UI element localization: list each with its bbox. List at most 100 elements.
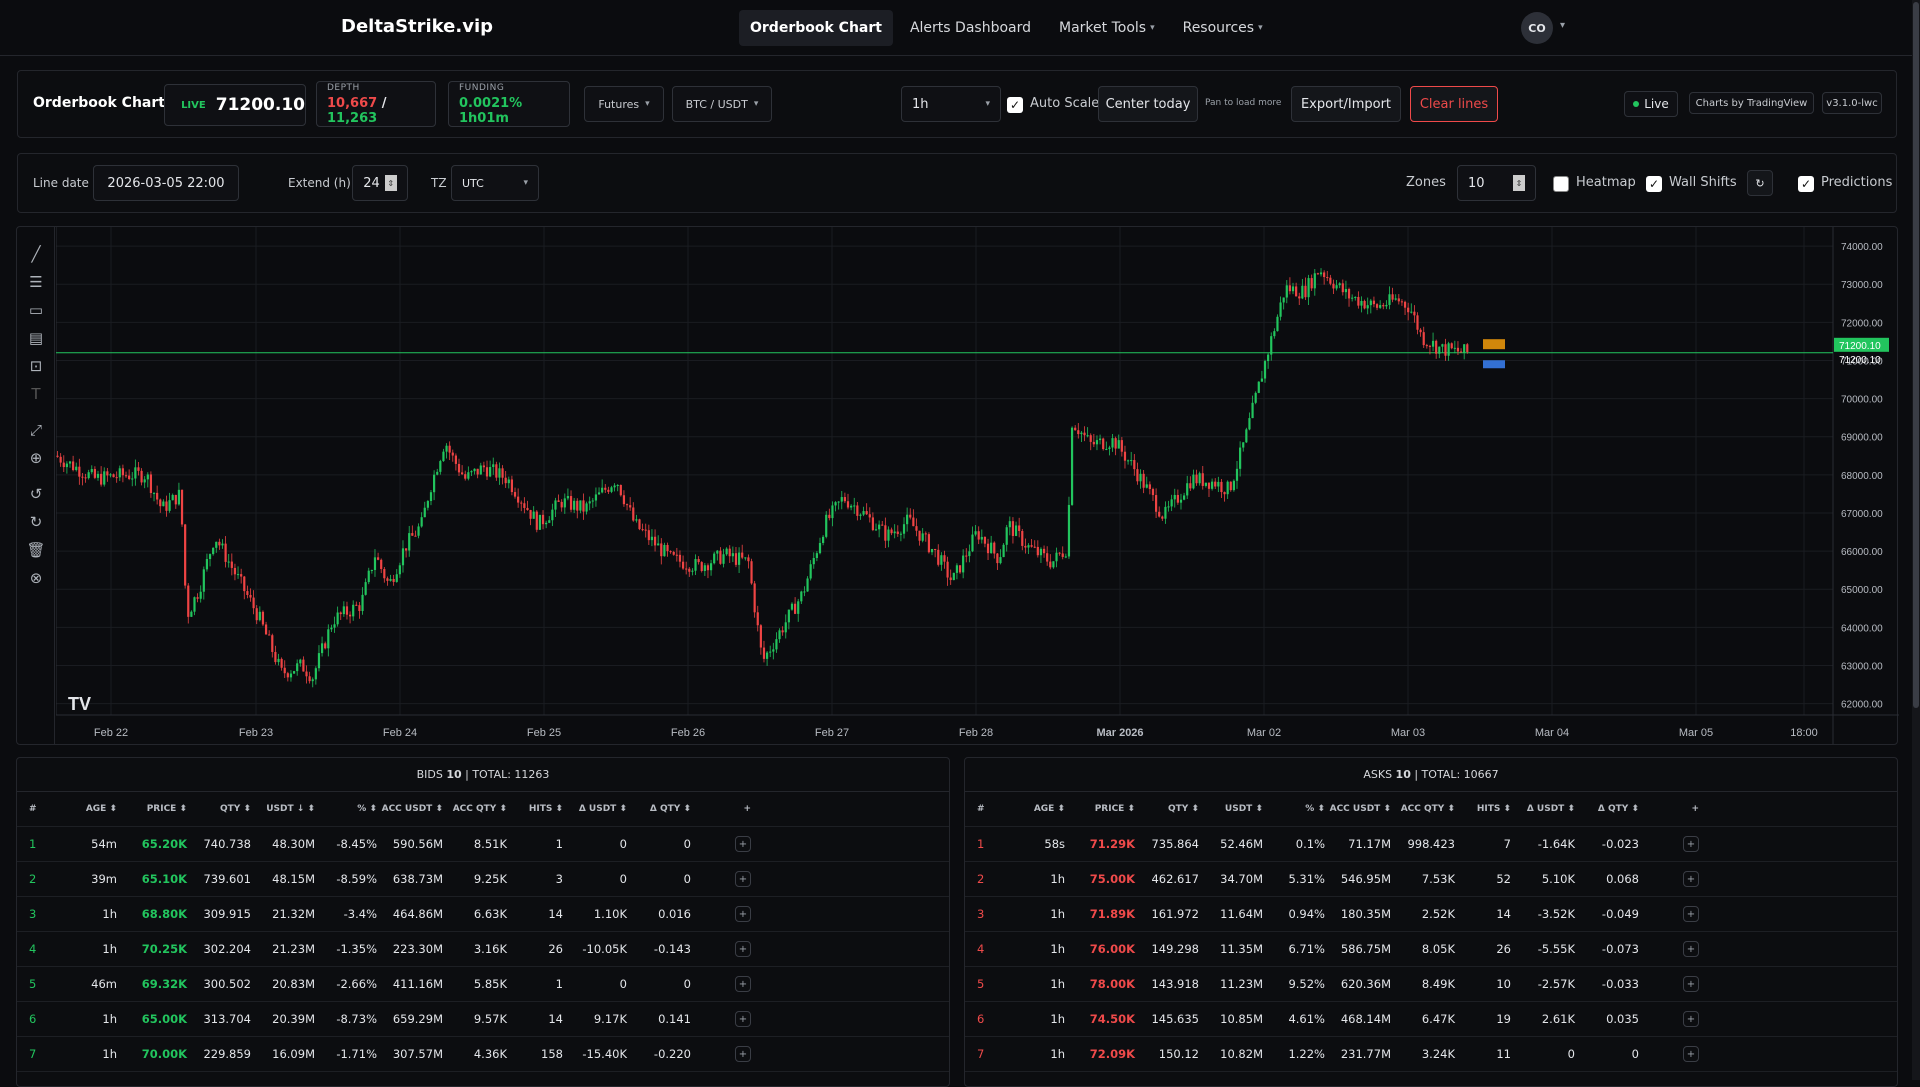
candle-body [477, 469, 479, 475]
column-header[interactable]: ACC QTY ⬍ [443, 804, 507, 814]
add-row-button[interactable]: + [735, 906, 751, 922]
market-select[interactable]: Futures▾ [584, 86, 664, 122]
column-header[interactable]: AGE ⬍ [45, 804, 117, 814]
add-row-button[interactable]: + [735, 836, 751, 852]
trash-icon[interactable]: 🗑 [26, 540, 46, 560]
column-header[interactable]: + [1639, 804, 1699, 814]
column-header[interactable]: USDT ↓ ⬍ [251, 804, 315, 814]
column-header[interactable]: Δ QTY ⬍ [1575, 804, 1639, 814]
table-row[interactable]: 51h78.00K143.91811.23M9.52%620.36M8.49K1… [965, 967, 1897, 1002]
add-row-button[interactable]: + [735, 941, 751, 957]
add-row-button[interactable]: + [1683, 941, 1699, 957]
interval-value: 1h [912, 97, 929, 112]
chevron-down-icon[interactable]: ▾ [1560, 20, 1565, 31]
add-row-button[interactable]: + [1683, 906, 1699, 922]
candle-body [1314, 273, 1316, 288]
table-row[interactable]: 21h75.00K462.61734.70M5.31%546.95M7.53K5… [965, 862, 1897, 897]
column-header[interactable]: PRICE ⬍ [1065, 804, 1135, 814]
add-row-button[interactable]: + [735, 976, 751, 992]
heatmap-checkbox[interactable] [1553, 176, 1569, 192]
table-row[interactable]: 31h71.89K161.97211.64M0.94%180.35M2.52K1… [965, 897, 1897, 932]
table-row[interactable]: 154m65.20K740.73848.30M-8.45%590.56M8.51… [17, 827, 949, 862]
add-row-button[interactable]: + [1683, 1011, 1699, 1027]
nav-link-alerts-dashboard[interactable]: Alerts Dashboard [899, 10, 1042, 46]
redo-icon[interactable]: ↻ [26, 512, 46, 532]
candle-body [349, 615, 351, 617]
interval-select[interactable]: 1h▾ [901, 86, 1001, 122]
column-header[interactable]: + [691, 804, 751, 814]
chart-svg[interactable]: 74000.0073000.0072000.0071000.0070000.00… [56, 227, 1899, 744]
center-today-button[interactable]: Center today [1098, 86, 1198, 122]
add-row-button[interactable]: + [1683, 976, 1699, 992]
add-row-button[interactable]: + [1683, 836, 1699, 852]
column-header[interactable]: HITS ⬍ [1455, 804, 1511, 814]
column-header[interactable]: QTY ⬍ [187, 804, 251, 814]
table-cell: 1h [45, 1012, 117, 1026]
stepper-icon[interactable]: ⇕ [385, 175, 397, 191]
close-circle-icon[interactable]: ⊗ [26, 568, 46, 588]
add-row-button[interactable]: + [735, 1011, 751, 1027]
zoom-icon[interactable]: ⊕ [26, 448, 46, 468]
candle-body [315, 668, 317, 679]
clear-lines-button[interactable]: Clear lines [1410, 86, 1498, 122]
column-header[interactable]: USDT ⬍ [1199, 804, 1263, 814]
refresh-button[interactable]: ↻ [1747, 170, 1773, 196]
column-header[interactable]: Δ QTY ⬍ [627, 804, 691, 814]
measure-icon[interactable]: ⊡ [26, 356, 46, 376]
expand-icon[interactable]: ⤢ [26, 420, 46, 440]
scrollbar-thumb[interactable] [1913, 2, 1919, 708]
avatar[interactable]: CO [1521, 12, 1553, 44]
auto-scale-checkbox[interactable]: ✓ [1007, 97, 1023, 113]
column-header[interactable]: ACC USDT ⬍ [377, 804, 443, 814]
text-icon[interactable]: T [26, 384, 46, 404]
price-chart[interactable]: 74000.0073000.0072000.0071000.0070000.00… [56, 227, 1899, 744]
brand-logo[interactable]: DeltaStrike.vip [341, 16, 493, 37]
add-row-button[interactable]: + [735, 1046, 751, 1062]
column-header[interactable]: Δ USDT ⬍ [1511, 804, 1575, 814]
export-import-button[interactable]: Export/Import [1291, 86, 1401, 122]
wall-shifts-checkbox[interactable]: ✓ [1646, 176, 1662, 192]
table-row[interactable]: 41h70.25K302.20421.23M-1.35%223.30M3.16K… [17, 932, 949, 967]
table-row[interactable]: 239m65.10K739.60148.15M-8.59%638.73M9.25… [17, 862, 949, 897]
stepper-icon[interactable]: ⇕ [1513, 175, 1525, 191]
pair-select[interactable]: BTC / USDT▾ [672, 86, 772, 122]
table-row[interactable]: 158s71.29K735.86452.46M0.1%71.17M998.423… [965, 827, 1897, 862]
fib-icon[interactable]: ▤ [26, 328, 46, 348]
column-header[interactable]: % ⬍ [1263, 804, 1325, 814]
nav-link-market-tools[interactable]: Market Tools▾ [1048, 10, 1166, 46]
table-row[interactable]: 71h72.09K150.1210.82M1.22%231.77M3.24K11… [965, 1037, 1897, 1072]
column-header[interactable]: HITS ⬍ [507, 804, 563, 814]
trend-line-icon[interactable]: ╱ [26, 244, 46, 264]
column-header[interactable]: QTY ⬍ [1135, 804, 1199, 814]
extend-input[interactable]: 24⇕ [352, 165, 408, 201]
table-row[interactable]: 61h74.50K145.63510.85M4.61%468.14M6.47K1… [965, 1002, 1897, 1037]
add-row-button[interactable]: + [1683, 1046, 1699, 1062]
rectangle-icon[interactable]: ▭ [26, 300, 46, 320]
zones-input[interactable]: 10⇕ [1457, 165, 1536, 201]
line-date-input[interactable]: 2026-03-05 22:00 [93, 165, 239, 201]
table-row[interactable]: 41h76.00K149.29811.35M6.71%586.75M8.05K2… [965, 932, 1897, 967]
column-header[interactable]: ACC USDT ⬍ [1325, 804, 1391, 814]
column-header[interactable]: # [965, 804, 993, 814]
nav-link-resources[interactable]: Resources▾ [1172, 10, 1274, 46]
column-header[interactable]: % ⬍ [315, 804, 377, 814]
column-header[interactable]: ACC QTY ⬍ [1391, 804, 1455, 814]
table-row[interactable]: 546m69.32K300.50220.83M-2.66%411.16M5.85… [17, 967, 949, 1002]
column-header[interactable]: Δ USDT ⬍ [563, 804, 627, 814]
column-header[interactable]: # [17, 804, 45, 814]
column-header[interactable]: AGE ⬍ [993, 804, 1065, 814]
tz-select[interactable]: UTC▾ [451, 165, 539, 201]
column-header[interactable]: PRICE ⬍ [117, 804, 187, 814]
nav-link-orderbook-chart[interactable]: Orderbook Chart [739, 10, 893, 46]
table-row[interactable]: 31h68.80K309.91521.32M-3.4%464.86M6.63K1… [17, 897, 949, 932]
candle-body [172, 495, 174, 500]
live-toggle[interactable]: Live [1624, 91, 1678, 117]
add-row-button[interactable]: + [1683, 871, 1699, 887]
table-row[interactable]: 71h70.00K229.85916.09M-1.71%307.57M4.36K… [17, 1037, 949, 1072]
add-row-button[interactable]: + [735, 871, 751, 887]
predictions-checkbox[interactable]: ✓ [1798, 176, 1814, 192]
table-row[interactable]: 61h65.00K313.70420.39M-8.73%659.29M9.57K… [17, 1002, 949, 1037]
horizontal-lines-icon[interactable]: ☰ [26, 272, 46, 292]
undo-icon[interactable]: ↺ [26, 484, 46, 504]
charts-by-link[interactable]: Charts by TradingView [1689, 92, 1814, 114]
